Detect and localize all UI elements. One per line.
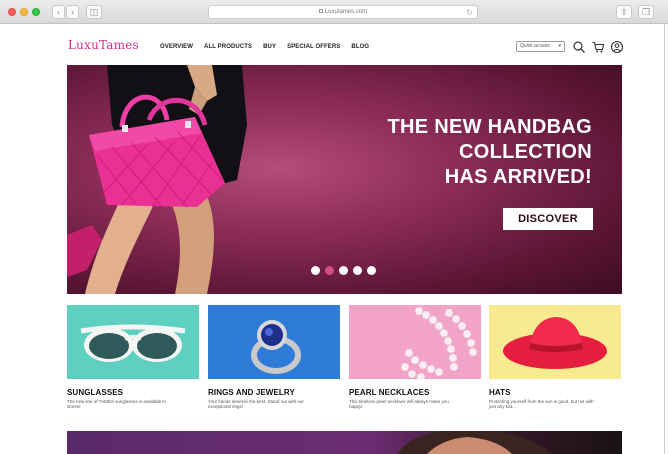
nav-special-offers[interactable]: SPECIAL OFFERS (287, 44, 340, 50)
category-title[interactable]: SUNGLASSES (67, 388, 199, 397)
cart-icon[interactable] (591, 40, 605, 54)
chevron-right-icon[interactable]: › (66, 5, 79, 19)
category-description: Protecting yourself from the sun is good… (489, 399, 594, 409)
search-icon[interactable] (572, 40, 586, 54)
quick-access-label: Quick access (520, 43, 550, 49)
pearl-necklace-image (349, 305, 481, 379)
chevron-down-icon: ▾ (558, 43, 561, 49)
category-title[interactable]: PEARL NECKLACES (349, 388, 481, 397)
category-title[interactable]: HATS (489, 388, 621, 397)
ring-image (208, 305, 340, 379)
share-icon[interactable]: ⇧ (616, 5, 632, 19)
carousel-dot[interactable] (339, 266, 348, 275)
category-card-rings[interactable]: RINGS AND JEWELRY Your hands deserve the… (208, 305, 340, 409)
site-logo[interactable]: LuxuTames (68, 38, 139, 52)
hero-headline-line-3: HAS ARRIVED! (444, 166, 592, 188)
close-window-button[interactable] (8, 8, 16, 16)
account-icon[interactable] (610, 40, 624, 54)
carousel-dot[interactable] (367, 266, 376, 275)
main-menu: OVERVIEW ALL PRODUCTS BUY SPECIAL OFFERS… (160, 44, 369, 50)
category-description: The new line of TAMES sunglasses is avai… (67, 399, 166, 409)
carousel-dot[interactable] (353, 266, 362, 275)
lock-icon (318, 9, 323, 14)
site-header: LuxuTames OVERVIEW ALL PRODUCTS BUY SPEC… (0, 24, 668, 64)
nav-overview[interactable]: OVERVIEW (160, 44, 193, 50)
window-edge (664, 24, 665, 454)
nav-all-products[interactable]: ALL PRODUCTS (204, 44, 252, 50)
sunglasses-image (67, 305, 199, 379)
category-card-hats[interactable]: HATS Protecting yourself from the sun is… (489, 305, 621, 409)
category-card-sunglasses[interactable]: SUNGLASSES The new line of TAMES sunglas… (67, 305, 199, 409)
minimize-window-button[interactable] (20, 8, 28, 16)
category-card-pearls[interactable]: PEARL NECKLACES This timeless pearl neck… (349, 305, 481, 409)
browser-toolbar: ‹ › ◫ Luxutames.com ↻ ⇧ ❐ (0, 0, 668, 24)
hat-image (489, 305, 621, 379)
category-description: This timeless pearl necklace will always… (349, 399, 449, 409)
promo-banner (67, 431, 622, 454)
promo-model-image (397, 431, 552, 454)
nav-buy[interactable]: BUY (263, 44, 276, 50)
sidebar-icon[interactable]: ◫ (86, 5, 102, 19)
address-bar[interactable]: Luxutames.com ↻ (208, 5, 478, 19)
hero-banner: THE NEW HANDBAG COLLECTION HAS ARRIVED! … (67, 65, 622, 294)
hero-headline-line-2: COLLECTION (459, 141, 592, 163)
category-title[interactable]: RINGS AND JEWELRY (208, 388, 340, 397)
maximize-window-button[interactable] (32, 8, 40, 16)
nav-blog[interactable]: BLOG (351, 44, 369, 50)
carousel-dots (311, 266, 376, 275)
tabs-icon[interactable]: ❐ (638, 5, 654, 19)
carousel-dot-active[interactable] (325, 266, 334, 275)
discover-button[interactable]: DISCOVER (503, 208, 593, 230)
hero-headline: THE NEW HANDBAG COLLECTION HAS ARRIVED! (388, 115, 593, 190)
carousel-dot[interactable] (311, 266, 320, 275)
quick-access-select[interactable]: Quick access ▾ (516, 41, 565, 52)
url-text: Luxutames.com (324, 9, 368, 15)
hero-headline-line-1: THE NEW HANDBAG (387, 116, 592, 138)
reload-icon[interactable]: ↻ (466, 7, 473, 19)
chevron-left-icon[interactable]: ‹ (52, 5, 65, 19)
category-description: Your hands deserve the best. Stand out w… (208, 399, 304, 409)
